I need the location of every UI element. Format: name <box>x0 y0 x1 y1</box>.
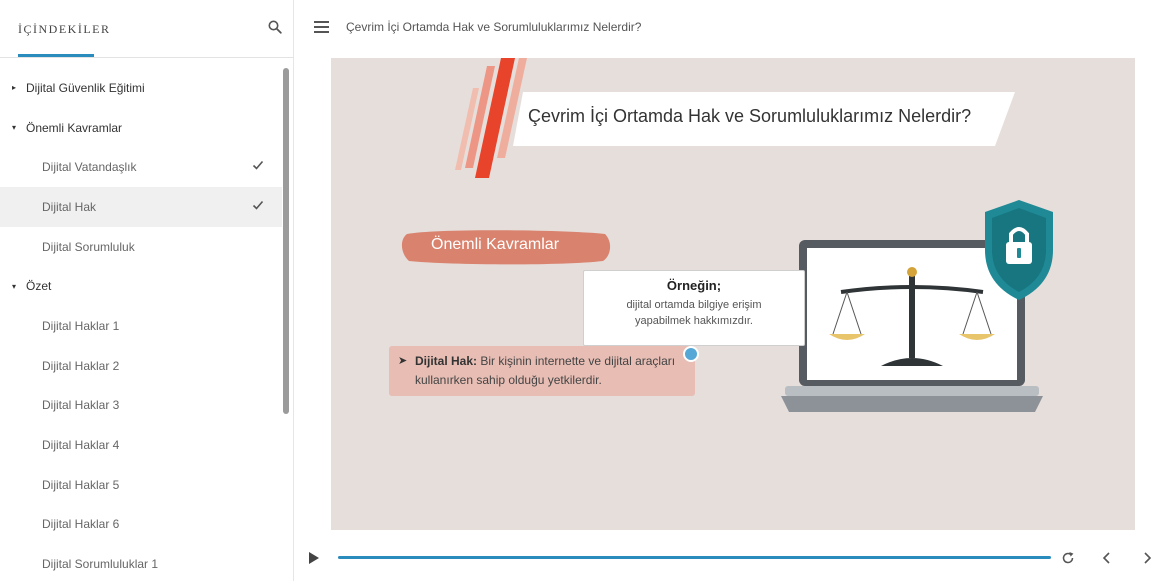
definition-box: ➤ Dijital Hak: Bir kişinin internette ve… <box>389 346 695 396</box>
sidebar-item-label: Önemli Kavramlar <box>26 120 123 135</box>
sidebar-item-label: Dijital Haklar 4 <box>42 438 120 453</box>
sidebar-section-dijital-güvenlik-eğitimi[interactable]: ▸ Dijital Güvenlik Eğitimi <box>0 68 282 108</box>
sidebar-item-dijital-haklar-2[interactable]: Dijital Haklar 2 <box>0 346 282 386</box>
replay-icon[interactable] <box>1061 551 1075 565</box>
sidebar-item-dijital-haklar-3[interactable]: Dijital Haklar 3 <box>0 386 282 426</box>
hotspot-dot-icon[interactable] <box>683 346 699 362</box>
page-title: Çevrim İçi Ortamda Hak ve Sorumlulukları… <box>346 20 642 34</box>
caret-down-icon[interactable]: ▾ <box>12 282 26 291</box>
sidebar-item-dijital-hak[interactable]: Dijital Hak <box>0 187 282 227</box>
section-pill-label: Önemli Kavramlar <box>431 236 560 253</box>
example-title: Örneğin; <box>666 278 722 293</box>
sidebar-header: İÇİNDEKİLER <box>0 0 294 58</box>
example-body: dijital ortamda bilgiye erişim yapabilme… <box>626 299 762 327</box>
menu-icon[interactable] <box>314 21 329 34</box>
sidebar-section-özet[interactable]: ▾ Özet <box>0 266 282 306</box>
sidebar-item-label: Dijital Sorumluluklar 1 <box>42 557 159 572</box>
sidebar-item-label: Dijital Vatandaşlık <box>42 160 137 175</box>
caret-right-icon[interactable]: ▸ <box>12 83 26 92</box>
sidebar-scrollbar[interactable] <box>283 68 289 414</box>
sidebar-item-label: Dijital Haklar 2 <box>42 358 120 373</box>
slide-title: Çevrim İçi Ortamda Hak ve Sorumlulukları… <box>528 106 972 126</box>
checkmark-icon <box>252 161 264 171</box>
sidebar-item-dijital-vatandaşlık[interactable]: Dijital Vatandaşlık <box>0 147 282 187</box>
play-icon[interactable] <box>308 551 320 565</box>
sidebar-item-label: Dijital Güvenlik Eğitimi <box>26 80 145 95</box>
sidebar-item-dijital-haklar-1[interactable]: Dijital Haklar 1 <box>0 306 282 346</box>
sidebar-item-label: Dijital Sorumluluk <box>42 239 135 254</box>
sidebar-section-önemli-kavramlar[interactable]: ▾ Önemli Kavramlar <box>0 108 282 148</box>
sidebar-item-dijital-haklar-5[interactable]: Dijital Haklar 5 <box>0 465 282 505</box>
caret-down-icon[interactable]: ▾ <box>12 123 26 132</box>
sidebar-list: ▸ Dijital Güvenlik Eğitimi ▾ Önemli Kavraml… <box>0 68 282 584</box>
chevron-left-icon[interactable] <box>1101 551 1113 565</box>
progress-bar[interactable] <box>338 556 1051 559</box>
sidebar-item-dijital-haklar-4[interactable]: Dijital Haklar 4 <box>0 425 282 465</box>
sidebar-item-dijital-sorumluluklar-1[interactable]: Dijital Sorumluluklar 1 <box>0 544 282 584</box>
sidebar-item-label: Dijital Haklar 6 <box>42 517 120 532</box>
table-of-contents-sidebar: İÇİNDEKİLER ▸ Dijital Güvenlik Eğitimi ▾ Ön… <box>0 0 294 581</box>
slide-canvas: Çevrim İçi Ortamda Hak ve Sorumlulukları… <box>331 58 1135 530</box>
sidebar-item-label: Dijital Hak <box>42 199 97 214</box>
chevron-right-icon[interactable] <box>1141 551 1153 565</box>
sidebar-title-underline <box>18 54 94 57</box>
checkmark-icon <box>252 201 264 210</box>
search-icon[interactable] <box>268 20 282 34</box>
example-callout: Örneğin; dijital ortamda bilgiye erişim … <box>583 270 805 346</box>
sidebar-title: İÇİNDEKİLER <box>18 22 111 36</box>
laptop-scales-lock-icon <box>781 200 1053 412</box>
sidebar-item-label: Dijital Haklar 5 <box>42 477 120 492</box>
sidebar-item-label: Özet <box>26 279 52 294</box>
definition-term: Dijital Hak: <box>415 354 478 368</box>
sidebar-item-dijital-sorumluluk[interactable]: Dijital Sorumluluk <box>0 227 282 267</box>
sidebar-item-label: Dijital Haklar 1 <box>42 318 120 333</box>
sidebar-item-label: Dijital Haklar 3 <box>42 398 120 413</box>
sidebar-item-dijital-haklar-6[interactable]: Dijital Haklar 6 <box>0 505 282 545</box>
arrow-icon: ➤ <box>398 355 408 367</box>
